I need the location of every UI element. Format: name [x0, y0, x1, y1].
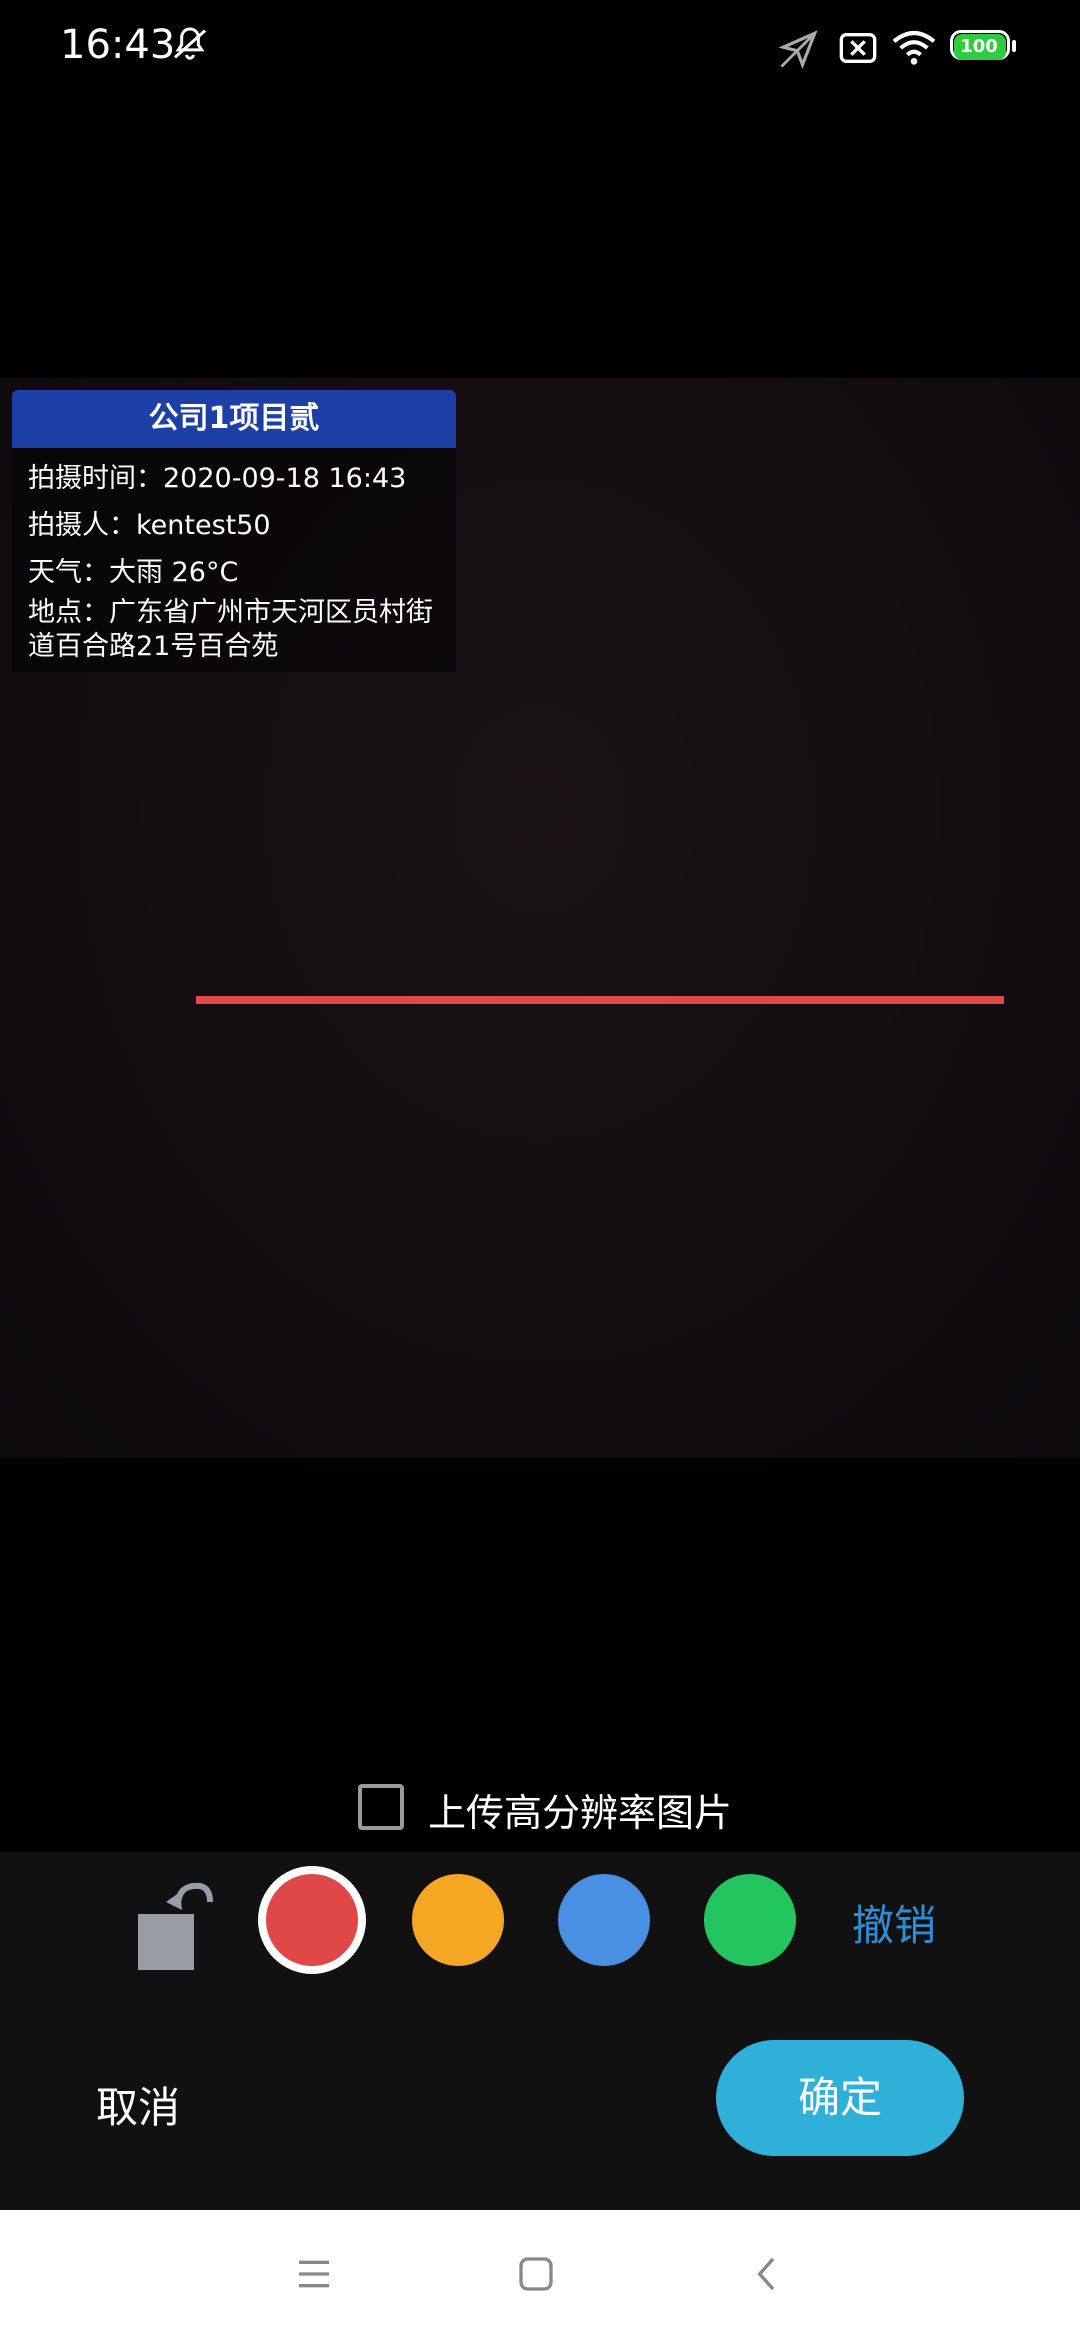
- watermark-weather: 天气：大雨 26°C: [28, 557, 239, 588]
- watermark-location: 地点：广东省广州市天河区员村街道百合路21号百合苑: [28, 597, 433, 662]
- watermark-person: 拍摄人：kentest50: [28, 510, 271, 541]
- upload-hd-checkbox[interactable]: [358, 1784, 404, 1830]
- color-blue-swatch[interactable]: [558, 1874, 650, 1966]
- rotate-icon[interactable]: [134, 1872, 214, 1972]
- color-red-swatch[interactable]: [266, 1874, 358, 1966]
- upload-hd-label[interactable]: 上传高分辨率图片: [428, 1782, 732, 1837]
- undo-button[interactable]: 撤销: [852, 1892, 936, 1953]
- drawn-stroke[interactable]: [196, 996, 1004, 1004]
- watermark-title: 公司1项目贰: [12, 390, 456, 448]
- back-icon[interactable]: [748, 2254, 788, 2294]
- battery-icon: 100: [950, 30, 1016, 64]
- color-green-swatch[interactable]: [704, 1874, 796, 1966]
- watermark-time: 拍摄时间：2020-09-18 16:43: [28, 463, 407, 494]
- sim-off-icon: [839, 33, 877, 63]
- wifi-icon: [892, 31, 936, 65]
- status-time: 16:43: [60, 22, 176, 68]
- send-icon: [778, 30, 818, 70]
- menu-icon[interactable]: [294, 2254, 334, 2294]
- bell-off-icon: [174, 27, 206, 60]
- battery-level: 100: [960, 36, 998, 57]
- color-orange-swatch[interactable]: [412, 1874, 504, 1966]
- confirm-button[interactable]: 确定: [716, 2040, 964, 2156]
- home-icon[interactable]: [516, 2254, 556, 2294]
- cancel-button[interactable]: 取消: [96, 2074, 180, 2135]
